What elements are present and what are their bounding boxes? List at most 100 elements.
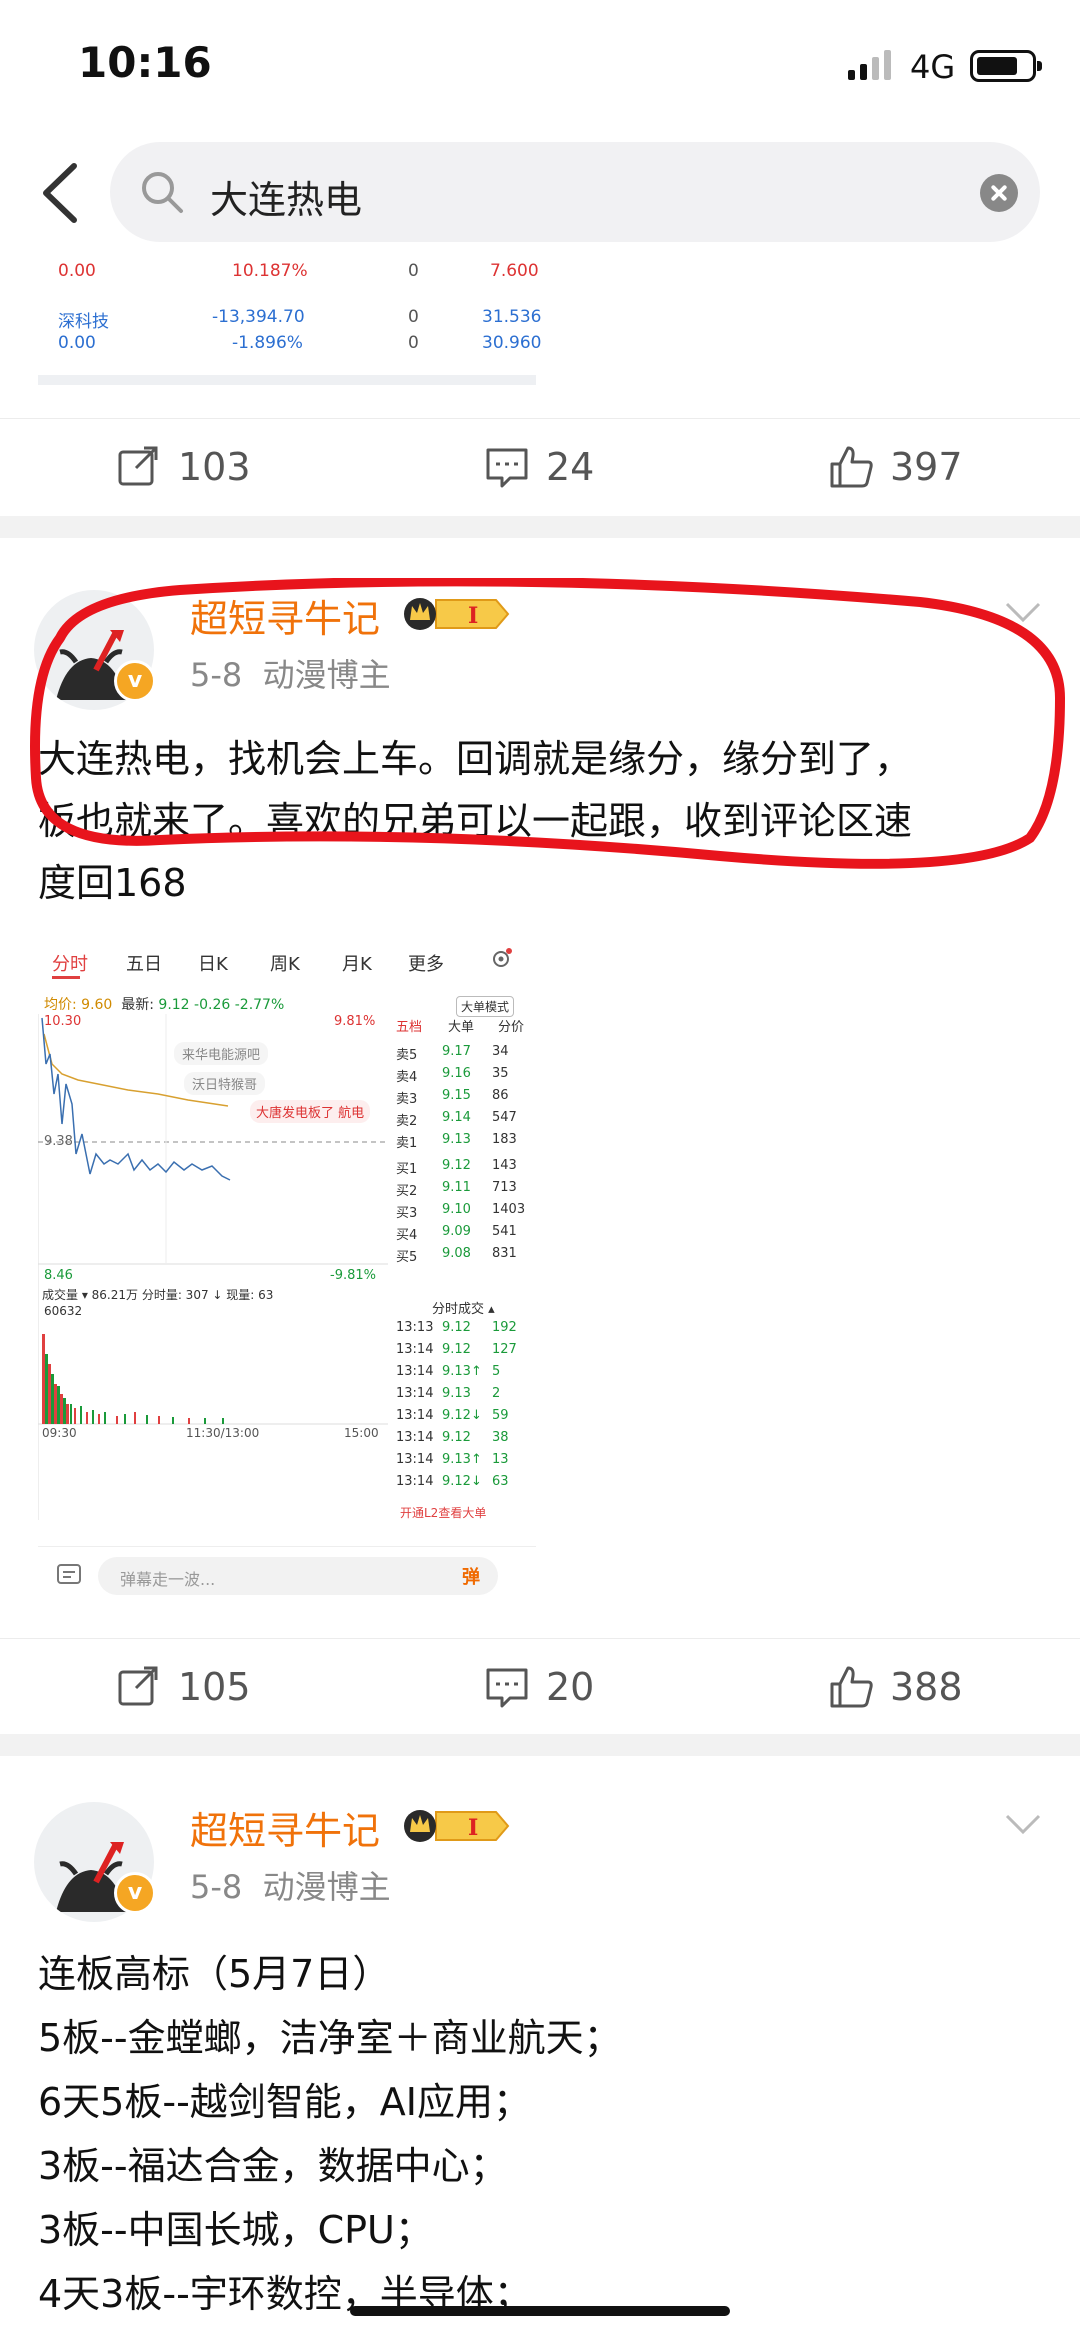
thumbs-up-icon: [830, 446, 873, 488]
ob-header-cell: 五档: [396, 1020, 423, 1035]
search-header: 大连热电: [0, 138, 1080, 248]
order-book-cell: 卖4: [396, 1070, 418, 1085]
post-text: 连板高标（5月7日） 5板--金螳螂，洁净室＋商业航天； 6天5板--越剑智能，…: [38, 1942, 1048, 2326]
username[interactable]: 超短寻牛记: [190, 1800, 380, 1855]
home-indicator[interactable]: [350, 2306, 730, 2316]
order-book-cell: 13:14: [396, 1430, 434, 1445]
tab-monthly-k[interactable]: 月K: [342, 950, 372, 976]
like-button[interactable]: 388: [828, 1663, 963, 1711]
post-text-line: 5板--金螳螂，洁净室＋商业航天；: [38, 2016, 622, 2060]
stock-tabs: 分时 五日 日K 周K 月K 更多: [38, 940, 536, 980]
repost-button[interactable]: 103: [116, 443, 251, 491]
table-cell: 0.00: [58, 333, 96, 353]
ob-header-cell: 分价: [498, 1020, 525, 1035]
order-book-cell: 9.12: [442, 1430, 471, 1445]
table-cell: 0: [408, 333, 419, 353]
order-book-row: 买4 9.09 541: [392, 1222, 532, 1244]
like-count: 397: [890, 445, 963, 489]
order-book-cell: 9.12: [442, 1342, 471, 1357]
post-date: 5-8: [190, 1868, 243, 1906]
order-book-cell: 1403: [492, 1202, 526, 1217]
order-book-cell: 9.12: [442, 1320, 471, 1335]
danmaku-bar: 弹幕走一波... 弹: [38, 1546, 536, 1606]
repost-button[interactable]: 105: [116, 1663, 251, 1711]
order-book-cell: 买3: [396, 1206, 418, 1221]
comment-count: 20: [546, 1665, 595, 1709]
change-value: -0.26: [194, 997, 231, 1013]
repost-icon: [118, 446, 158, 486]
level-text: I: [468, 1815, 478, 1841]
level-badge-icon: I: [404, 1810, 510, 1842]
post-text-line: 6天5板--越剑智能，AI应用；: [38, 2080, 531, 2124]
stock-chart-screenshot[interactable]: 分时 五日 日K 周K 月K 更多 均价: 9.60 最新: 9.12 -0.2…: [38, 940, 536, 1606]
tab-more[interactable]: 更多: [408, 950, 444, 976]
comment-count: 24: [546, 445, 595, 489]
post-text-line: 3板--福达合金，数据中心；: [38, 2144, 508, 2188]
order-book-cell: 9.15: [442, 1088, 471, 1103]
danmaku-bubble: 沃日特猴哥: [184, 1072, 266, 1095]
order-book-cell: 买1: [396, 1162, 418, 1177]
danmaku-send-button[interactable]: 弹: [462, 1563, 488, 1589]
post-card: v 超短寻牛记 I 5-8 动漫博主 连板高标（5月7日） 5板--金螳螂，洁净…: [0, 1756, 1080, 2339]
order-book-cell: 13:14: [396, 1474, 434, 1489]
danmaku-placeholder: 弹幕走一波...: [120, 1570, 216, 1589]
ticks-header-label: 分时成交 ▴: [432, 1302, 495, 1317]
order-book-row: 13:14 9.12↓ 59: [392, 1406, 532, 1428]
order-book-cell: 13:14: [396, 1386, 434, 1401]
order-book-cell: 13:14: [396, 1342, 434, 1357]
order-book-cell: 9.13: [442, 1386, 471, 1401]
order-book-cell: 9.14: [442, 1110, 471, 1125]
tab-weekly-k[interactable]: 周K: [270, 950, 300, 976]
post-card: v 超短寻牛记 I 5-8 动漫博主 大连热电，找机会上车。回调就是缘分，缘分到…: [0, 538, 1080, 1734]
table-cell: -1.896%: [232, 333, 303, 353]
order-book-cell: 127: [492, 1342, 517, 1357]
order-book-cell: 卖2: [396, 1114, 418, 1129]
order-book-cell: 13:14: [396, 1452, 434, 1467]
order-book-row: 买2 9.11 713: [392, 1178, 532, 1200]
order-book-cell: 13:13: [396, 1320, 434, 1335]
order-book-row: 13:13 9.12 192: [392, 1318, 532, 1340]
search-query: 大连热电: [210, 178, 363, 222]
high-price-label: 10.30: [44, 1014, 82, 1029]
order-book-row: 13:14 9.13↑ 5: [392, 1362, 532, 1384]
danmaku-input[interactable]: 弹幕走一波... 弹: [98, 1557, 498, 1595]
order-book-row: 买1 9.12 143: [392, 1156, 532, 1178]
danmaku-bubble: 大唐发电板了 航电: [250, 1100, 371, 1123]
verified-badge-icon: v: [114, 1872, 156, 1914]
back-arrow-icon[interactable]: [34, 160, 94, 226]
order-book-cell: 9.13↑: [442, 1452, 482, 1467]
danmaku-toggle-icon[interactable]: [56, 1563, 84, 1589]
order-book-cell: 买5: [396, 1250, 418, 1265]
order-book-header: 五档 大单 分价: [392, 1014, 532, 1036]
comment-button[interactable]: 24: [484, 443, 594, 491]
table-cell: 0.00: [58, 261, 96, 281]
order-book-cell: 13:14: [396, 1408, 434, 1423]
order-book-cell: 9.08: [442, 1246, 471, 1261]
status-time: 10:16: [78, 38, 212, 87]
l2-link[interactable]: 开通L2查看大单: [400, 1504, 486, 1521]
order-book-row: 买3 9.10 1403: [392, 1200, 532, 1222]
previous-post-actions: 103 24 397: [0, 418, 1080, 515]
time-label: 15:00: [344, 1426, 379, 1440]
order-book-cell: 713: [492, 1180, 517, 1195]
order-book-cell: 9.12: [442, 1158, 471, 1173]
post-tag: 动漫博主: [262, 1868, 391, 1906]
like-button[interactable]: 397: [828, 443, 963, 491]
tab-five-day[interactable]: 五日: [126, 950, 162, 976]
gear-icon[interactable]: [490, 948, 512, 970]
table-cell: 0: [408, 307, 419, 327]
tab-intraday[interactable]: 分时: [52, 950, 88, 976]
order-book-cell: 9.13: [442, 1132, 471, 1147]
price-info: 均价: 9.60 最新: 9.12 -0.26 -2.77%: [44, 994, 284, 1014]
chevron-down-icon[interactable]: [1004, 1812, 1042, 1836]
search-input[interactable]: 大连热电: [110, 142, 1040, 242]
order-book-row: 13:14 9.13↑ 13: [392, 1450, 532, 1472]
order-book-cell: 2: [492, 1386, 501, 1401]
tab-daily-k[interactable]: 日K: [198, 950, 228, 976]
order-book-cell: 59: [492, 1408, 509, 1423]
comment-button[interactable]: 20: [484, 1663, 594, 1711]
order-book-row: 卖4 9.16 35: [392, 1064, 532, 1086]
clear-search-icon[interactable]: [980, 174, 1018, 212]
order-book-cell: 547: [492, 1110, 517, 1125]
repost-icon: [118, 1666, 158, 1706]
